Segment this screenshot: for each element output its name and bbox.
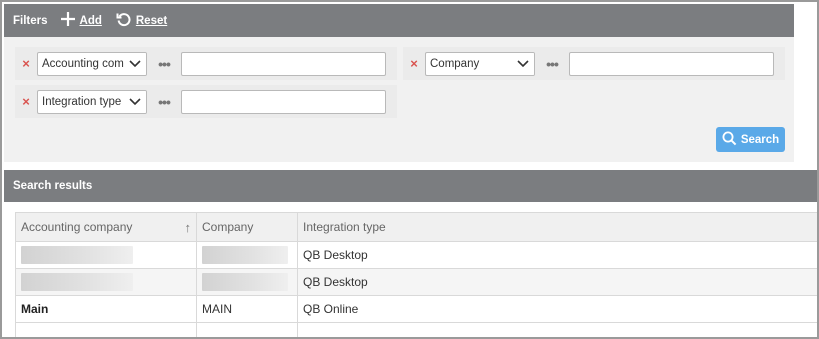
cell-integration-type: QB Online [297, 295, 817, 323]
cell-company [196, 241, 298, 269]
column-header-accounting-company[interactable]: Accounting company ↑ [15, 212, 197, 242]
redacted-value [21, 246, 133, 264]
filter-field-value: Integration type [42, 95, 122, 108]
redacted-value [202, 273, 288, 291]
column-header-label: Company [202, 220, 254, 234]
filter-field-select[interactable]: Company [425, 51, 535, 76]
reset-filters-button[interactable]: Reset [116, 11, 167, 30]
column-header-label: Integration type [303, 220, 386, 234]
chevron-down-icon [124, 52, 146, 75]
redacted-value [202, 246, 288, 264]
filter-field-select[interactable]: Accounting com [37, 51, 147, 76]
more-options-icon[interactable]: ••• [147, 56, 181, 72]
filter-row-integration-type: × Integration type ••• [15, 85, 397, 118]
empty-cell [297, 322, 817, 337]
filter-value-input[interactable] [569, 51, 774, 76]
cell-accounting-company [15, 241, 197, 269]
reset-icon [116, 11, 132, 30]
remove-filter-icon[interactable]: × [15, 56, 37, 71]
remove-filter-icon[interactable]: × [403, 56, 425, 71]
results-table: Accounting company ↑ Company Integration… [15, 212, 817, 337]
table-row[interactable]: QB Desktop [15, 241, 817, 269]
more-options-icon[interactable]: ••• [147, 94, 181, 110]
add-filter-label: Add [79, 14, 102, 27]
filter-field-value: Company [430, 57, 480, 70]
cell-integration-type: QB Desktop [297, 268, 817, 296]
empty-cell [15, 322, 197, 337]
filter-row-accounting-company: × Accounting com ••• [15, 47, 397, 80]
cell-accounting-company: Main [15, 295, 197, 323]
window-frame: Filters Add Reset × Accounting com ••• ×… [0, 0, 819, 339]
filters-header: Filters Add Reset [4, 4, 794, 37]
redacted-value [21, 273, 133, 291]
column-header-integration-type[interactable]: Integration type [297, 212, 817, 242]
cell-integration-type: QB Desktop [297, 241, 817, 269]
filter-field-select[interactable]: Integration type [37, 89, 147, 114]
column-header-company[interactable]: Company [196, 212, 298, 242]
add-filter-button[interactable]: Add [60, 11, 102, 30]
reset-filters-label: Reset [135, 14, 168, 27]
column-header-label: Accounting company [21, 219, 133, 234]
table-header-row: Accounting company ↑ Company Integration… [15, 212, 817, 242]
cell-company [196, 268, 298, 296]
table-row[interactable]: Main MAIN QB Online [15, 295, 817, 323]
search-icon [722, 131, 737, 149]
filter-row-company: × Company ••• [403, 47, 785, 80]
cell-company: MAIN [196, 295, 298, 323]
results-title: Search results [13, 180, 93, 192]
empty-cell [196, 322, 298, 337]
plus-icon [60, 11, 76, 30]
filter-field-value: Accounting com [42, 57, 124, 70]
cell-accounting-company [15, 268, 197, 296]
chevron-down-icon [512, 52, 534, 75]
filter-value-input[interactable] [181, 89, 386, 114]
search-button-label: Search [740, 133, 780, 146]
filters-panel: × Accounting com ••• × Company ••• × Int… [4, 37, 794, 162]
filters-title: Filters [13, 14, 48, 27]
search-button[interactable]: Search [716, 127, 785, 152]
results-header: Search results [4, 170, 817, 202]
sort-ascending-icon[interactable]: ↑ [185, 220, 192, 235]
table-row-empty [15, 322, 817, 337]
filter-value-input[interactable] [181, 51, 386, 76]
chevron-down-icon [124, 90, 146, 113]
remove-filter-icon[interactable]: × [15, 94, 37, 109]
more-options-icon[interactable]: ••• [535, 56, 569, 72]
table-row[interactable]: QB Desktop [15, 268, 817, 296]
